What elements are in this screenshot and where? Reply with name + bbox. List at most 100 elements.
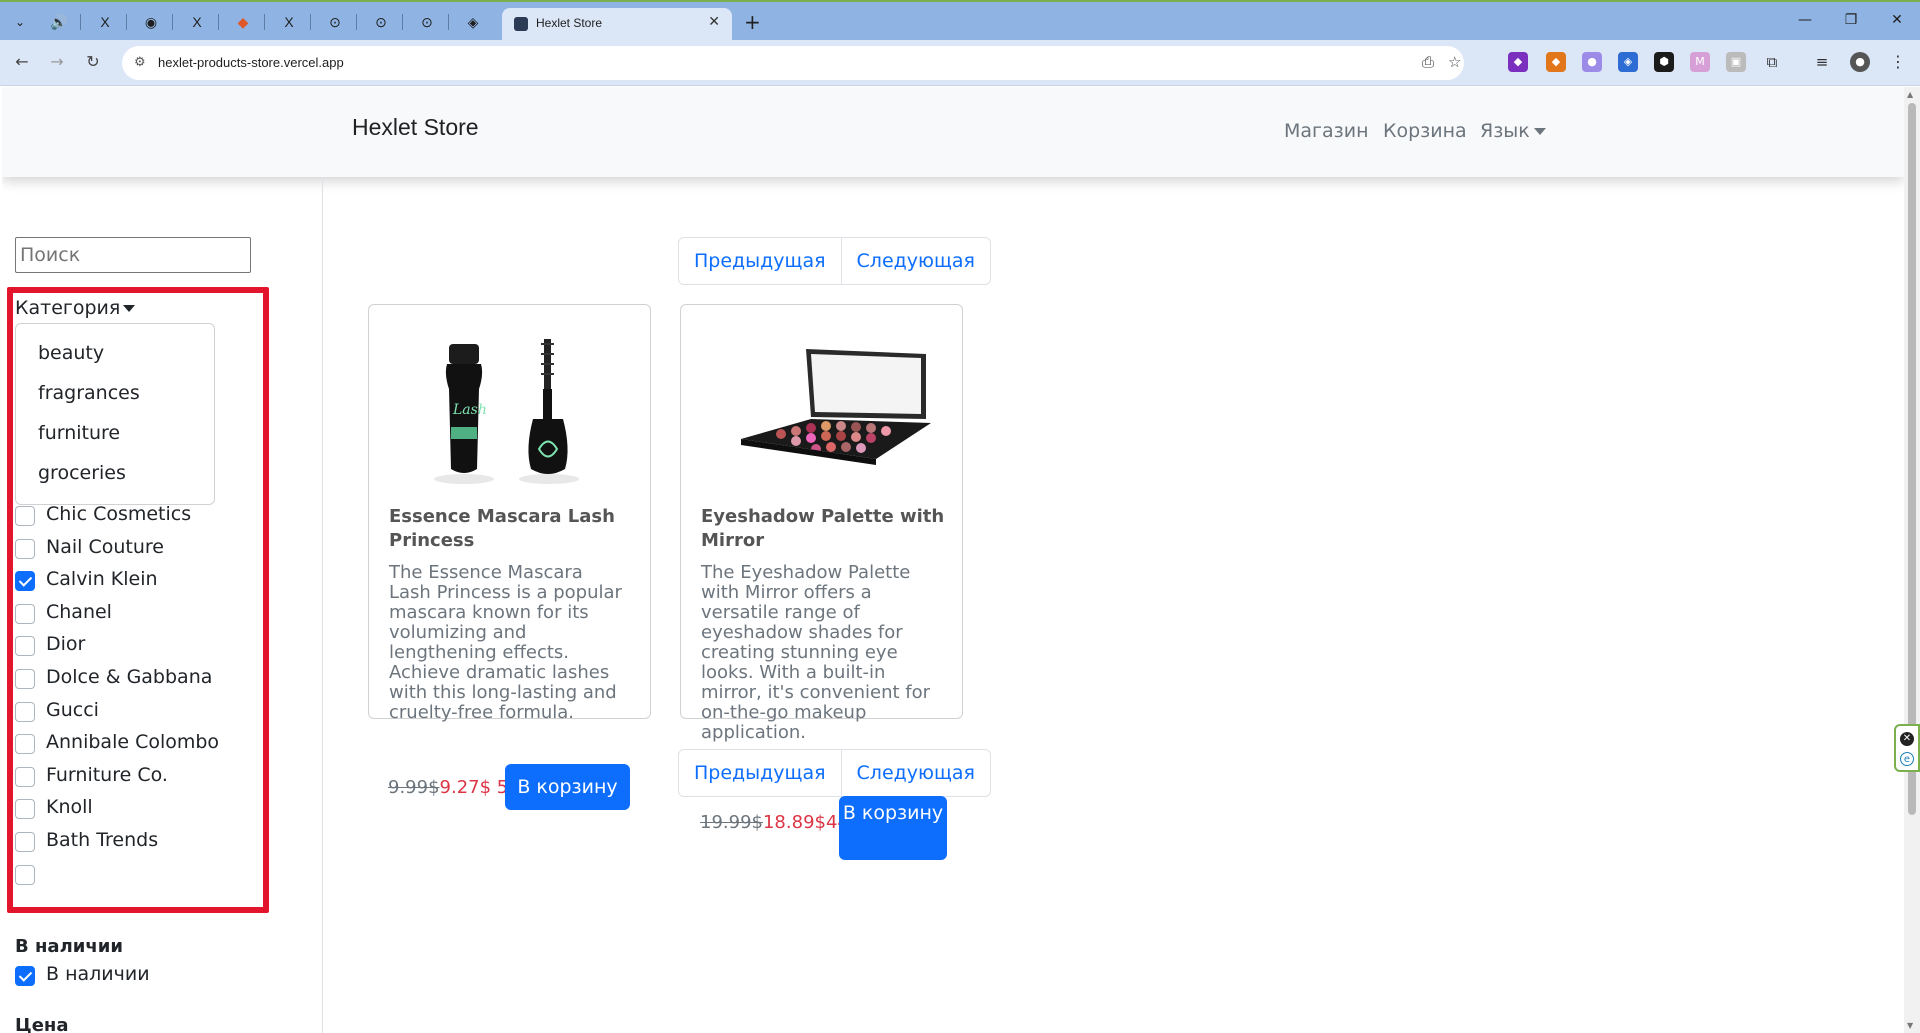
scrollbar-thumb[interactable] <box>1908 103 1916 815</box>
category-label: Категория <box>15 297 121 319</box>
pinned-tab-8[interactable]: ⊙ <box>368 10 394 34</box>
eyeshadow-palette-product-image <box>741 349 931 465</box>
scroll-down-arrow-icon[interactable]: ▼ <box>1907 1021 1913 1030</box>
brand-checkbox[interactable] <box>15 669 35 689</box>
pinned-tab-7[interactable]: ⊙ <box>322 10 348 34</box>
category-dropdown-toggle[interactable]: Категория <box>15 297 136 319</box>
minimize-icon[interactable]: — <box>1790 12 1820 28</box>
close-circle-icon[interactable]: ✕ <box>1900 732 1914 746</box>
category-option-beauty[interactable]: beauty <box>38 342 104 364</box>
old-price: 19.99$ <box>700 812 763 833</box>
install-app-icon[interactable]: ⎙ <box>1422 53 1434 71</box>
extension-icon[interactable]: ● <box>1582 52 1602 72</box>
pagination-next-button[interactable]: Следующая <box>842 238 990 284</box>
restore-icon[interactable]: ❐ <box>1836 12 1866 28</box>
tab-search-icon[interactable]: ⌄ <box>10 12 30 32</box>
tab-separator <box>126 14 127 30</box>
back-arrow-icon[interactable]: ← <box>10 52 34 71</box>
category-option-furniture[interactable]: furniture <box>38 422 120 444</box>
bookmark-star-icon[interactable]: ☆ <box>1448 53 1461 71</box>
product-price: 19.99$18.89$44 <box>700 812 849 833</box>
brand-checkbox[interactable] <box>15 604 35 624</box>
availability-checkbox-label: В наличии <box>46 963 150 985</box>
pinned-tab-9[interactable]: ⊙ <box>414 10 440 34</box>
add-to-cart-button[interactable]: В корзину <box>505 764 630 810</box>
active-tab[interactable]: Hexlet Store ✕ <box>502 8 732 42</box>
category-option-groceries[interactable]: groceries <box>38 462 126 484</box>
pinned-tab-5[interactable]: ◆ <box>230 10 256 34</box>
old-price: 9.99$ <box>388 777 440 798</box>
product-title[interactable]: Essence Mascara Lash Princess <box>389 505 639 553</box>
forward-arrow-icon[interactable]: → <box>45 52 69 71</box>
brand-checkbox[interactable] <box>15 799 35 819</box>
caret-down-icon <box>1533 128 1546 135</box>
tab-separator <box>402 14 403 30</box>
brand-checkbox-label: Annibale Colombo <box>46 731 220 753</box>
brand-checkbox-label: Bath Trends <box>46 829 159 851</box>
pinned-tab-10[interactable]: ◈ <box>460 10 486 34</box>
brand-checkbox[interactable] <box>15 506 35 526</box>
brand-checkbox-label: Calvin Klein <box>46 568 158 590</box>
extension-icon[interactable]: ◈ <box>1618 52 1638 72</box>
extension-icon[interactable]: ▣ <box>1726 52 1746 72</box>
brand-checkbox[interactable] <box>15 865 35 885</box>
pagination-bottom: Предыдущая Следующая <box>678 749 991 797</box>
pinned-tab-2[interactable]: X <box>92 10 118 34</box>
site-navbar: Hexlet Store Магазин Корзина Язык <box>2 87 1904 177</box>
browser-toolbar: ← → ↻ ⚙ hexlet-products-store.vercel.app… <box>0 40 1920 86</box>
pinned-tab-4[interactable]: X <box>184 10 210 34</box>
brand-checkbox[interactable] <box>15 702 35 722</box>
brand-checkbox[interactable] <box>15 734 35 754</box>
scroll-up-arrow-icon[interactable]: ▲ <box>1907 90 1913 99</box>
product-description: The Essence Mascara Lash Princess is a p… <box>389 562 622 723</box>
brand-checkbox-label: Knoll <box>46 796 93 818</box>
brand-checkbox-label: Chanel <box>46 601 112 623</box>
profile-avatar[interactable]: ● <box>1850 52 1870 72</box>
nav-cart-link[interactable]: Корзина <box>1383 120 1467 142</box>
menu-dots-icon[interactable]: ⋮ <box>1888 52 1908 72</box>
brand-checkbox[interactable] <box>15 571 35 591</box>
category-option-fragrances[interactable]: fragrances <box>38 382 140 404</box>
brand-checkbox[interactable] <box>15 636 35 656</box>
nav-shop-link[interactable]: Магазин <box>1284 120 1369 142</box>
add-to-cart-button[interactable]: В корзину <box>839 796 947 860</box>
page-scrollbar[interactable]: ▲ ▼ <box>1904 87 1920 1033</box>
tab-separator <box>80 14 81 30</box>
brand-checkbox-label: Gucci <box>46 699 99 721</box>
assistant-icon[interactable]: e <box>1900 752 1914 766</box>
react-favicon-icon <box>514 17 528 31</box>
brand-checkbox[interactable] <box>15 539 35 559</box>
availability-checkbox[interactable] <box>15 966 35 986</box>
brand-checkbox[interactable] <box>15 767 35 787</box>
search-input[interactable] <box>15 237 251 273</box>
site-info-icon[interactable]: ⚙ <box>134 55 146 70</box>
pinned-tab-3[interactable]: ◉ <box>138 10 164 34</box>
extension-icon[interactable]: M <box>1690 52 1710 72</box>
nav-language-dropdown[interactable]: Язык <box>1480 120 1546 142</box>
metamask-icon[interactable]: ◆ <box>1546 52 1566 72</box>
extension-icon[interactable]: ◆ <box>1508 52 1528 72</box>
brand-checkbox[interactable] <box>15 832 35 852</box>
product-price: 9.99$9.27$ 5 <box>388 777 508 798</box>
reading-list-icon[interactable]: ≡ <box>1812 52 1832 72</box>
pagination-next-button[interactable]: Следующая <box>842 750 990 796</box>
extension-icon[interactable]: ⬢ <box>1654 52 1674 72</box>
product-description: The Eyeshadow Palette with Mirror offers… <box>701 562 931 743</box>
reload-icon[interactable]: ↻ <box>81 52 105 71</box>
pagination-prev-button[interactable]: Предыдущая <box>679 750 842 796</box>
language-label: Язык <box>1480 120 1530 142</box>
pinned-tab-6[interactable]: X <box>276 10 302 34</box>
pagination-top: Предыдущая Следующая <box>678 237 991 285</box>
close-window-icon[interactable]: ✕ <box>1882 12 1912 28</box>
close-tab-icon[interactable]: ✕ <box>708 14 720 30</box>
tab-separator <box>310 14 311 30</box>
brand-logo[interactable]: Hexlet Store <box>352 114 479 141</box>
pinned-tab-1[interactable]: 🔊 <box>46 10 72 34</box>
pagination-prev-button[interactable]: Предыдущая <box>679 238 842 284</box>
extensions-puzzle-icon[interactable]: ⧉ <box>1762 52 1782 72</box>
address-bar[interactable]: ⚙ hexlet-products-store.vercel.app ⎙ ☆ <box>122 46 1464 80</box>
category-dropdown-menu: beauty fragrances furniture groceries <box>15 323 215 505</box>
new-tab-button[interactable]: + <box>744 10 761 34</box>
product-title[interactable]: Eyeshadow Palette with Mirror <box>701 505 951 553</box>
product-card: Eyeshadow Palette with Mirror The Eyesha… <box>680 304 963 743</box>
